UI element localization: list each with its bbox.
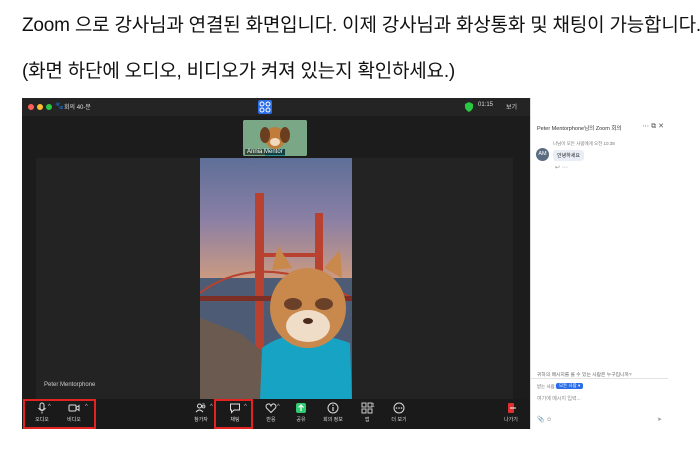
chat-divider [531,378,668,379]
instruction-line-2: (화면 하단에 오디오, 비디오가 켜져 있는지 확인하세요.) [22,61,456,82]
apps-label: 앱 [364,417,370,423]
chat-message: 안녕하세요 [553,150,585,161]
send-icon[interactable]: ➤ [657,416,662,423]
maximize-dot[interactable] [46,104,52,110]
leave-icon [508,403,516,413]
more-dots-icon [393,402,405,414]
info-icon [327,402,339,414]
title-bar: 🐾 회의 40-분 01:15 보기 [22,98,530,116]
share-screen-icon [296,403,306,413]
react-button[interactable]: 반응 [254,402,288,428]
participant-thumbnail[interactable]: Annia Mentor [243,120,307,156]
participants-caret-icon[interactable]: ^ [210,404,213,410]
pop-out-icon[interactable]: ⧉ [651,123,656,130]
recipient-label: 받는 사람: [537,384,557,389]
participants-label: 참가자 [194,417,208,423]
chat-visibility-notice[interactable]: 귀하의 메시지를 볼 수 있는 사람은 누구입니까? [537,371,632,378]
speaker-avatar-scene [200,193,352,401]
emoji-icon[interactable]: ☺ [546,417,552,423]
chat-close-icon[interactable]: ✕ [658,123,664,130]
react-label: 반응 [266,417,276,423]
leave-button[interactable]: 나가기 [494,402,528,428]
view-button[interactable]: 보기 [506,102,517,111]
chat-input[interactable]: 여기에 메시지 입력... [537,395,581,402]
speaker-name-label: Peter Mentorphone [44,382,96,388]
attach-file-icon[interactable]: 📎 [537,417,544,423]
zoom-window: 🐾 회의 40-분 01:15 보기 Annia Mentor Peter Me… [22,98,668,429]
meeting-timer: 회의 40-분 [64,105,91,111]
close-dot[interactable] [28,104,34,110]
heart-icon [265,403,277,414]
leave-label: 나가기 [504,417,518,423]
apps-button[interactable]: 앱 [350,402,384,428]
participants-count: 2 [202,403,205,409]
more-button[interactable]: 더 보기 [382,402,416,428]
chat-panel-title: Peter Mentorphone님의 Zoom 회의 [537,126,622,132]
participants-icon [195,403,206,413]
message-actions[interactable]: ↩ ⋯ [555,164,568,171]
chat-header-controls[interactable]: ⋯ ⧉ ✕ [642,122,664,131]
instruction-line-1: Zoom 으로 강사님과 연결된 화면입니다. 이제 강사님과 화상통화 및 채… [22,15,700,36]
meeting-toolbar: 오디오 ^ 비디오 ^ 참가자 2 ^ 채팅 ^ 반응 ^ 공유 회의 정보 앱… [22,399,530,429]
paw-icon: 🐾 [55,103,64,110]
chat-tools[interactable]: 📎 ☺ [537,416,552,423]
message-more-icon[interactable]: ⋯ [562,165,568,171]
shield-icon[interactable] [465,102,473,112]
minimize-dot[interactable] [37,104,43,110]
share-button[interactable]: 공유 [284,402,318,428]
audio-video-highlight [23,399,96,429]
participant-name: Annia Mentor [245,149,285,155]
chat-panel: Peter Mentorphone님의 Zoom 회의 ⋯ ⧉ ✕ AM 나님이… [530,98,668,429]
message-meta: 나님이 모든 사람에게 오전 10:38 [553,141,615,146]
more-label: 더 보기 [391,417,407,423]
chat-more-icon[interactable]: ⋯ [642,123,649,130]
chat-highlight [214,399,253,429]
recipient-select[interactable]: 모든 사람 ▾ [556,383,584,389]
gallery-logo-icon[interactable] [258,100,272,114]
clock: 01:15 [478,102,494,108]
meeting-info-label: 회의 정보 [323,417,343,423]
apps-count: 1 [372,403,375,409]
share-label: 공유 [296,417,306,423]
react-caret-icon[interactable]: ^ [277,404,280,410]
speaker-video [200,158,352,401]
meeting-info-button[interactable]: 회의 정보 [316,402,350,428]
reply-icon[interactable]: ↩ [555,165,560,171]
avatar: AM [536,148,549,161]
